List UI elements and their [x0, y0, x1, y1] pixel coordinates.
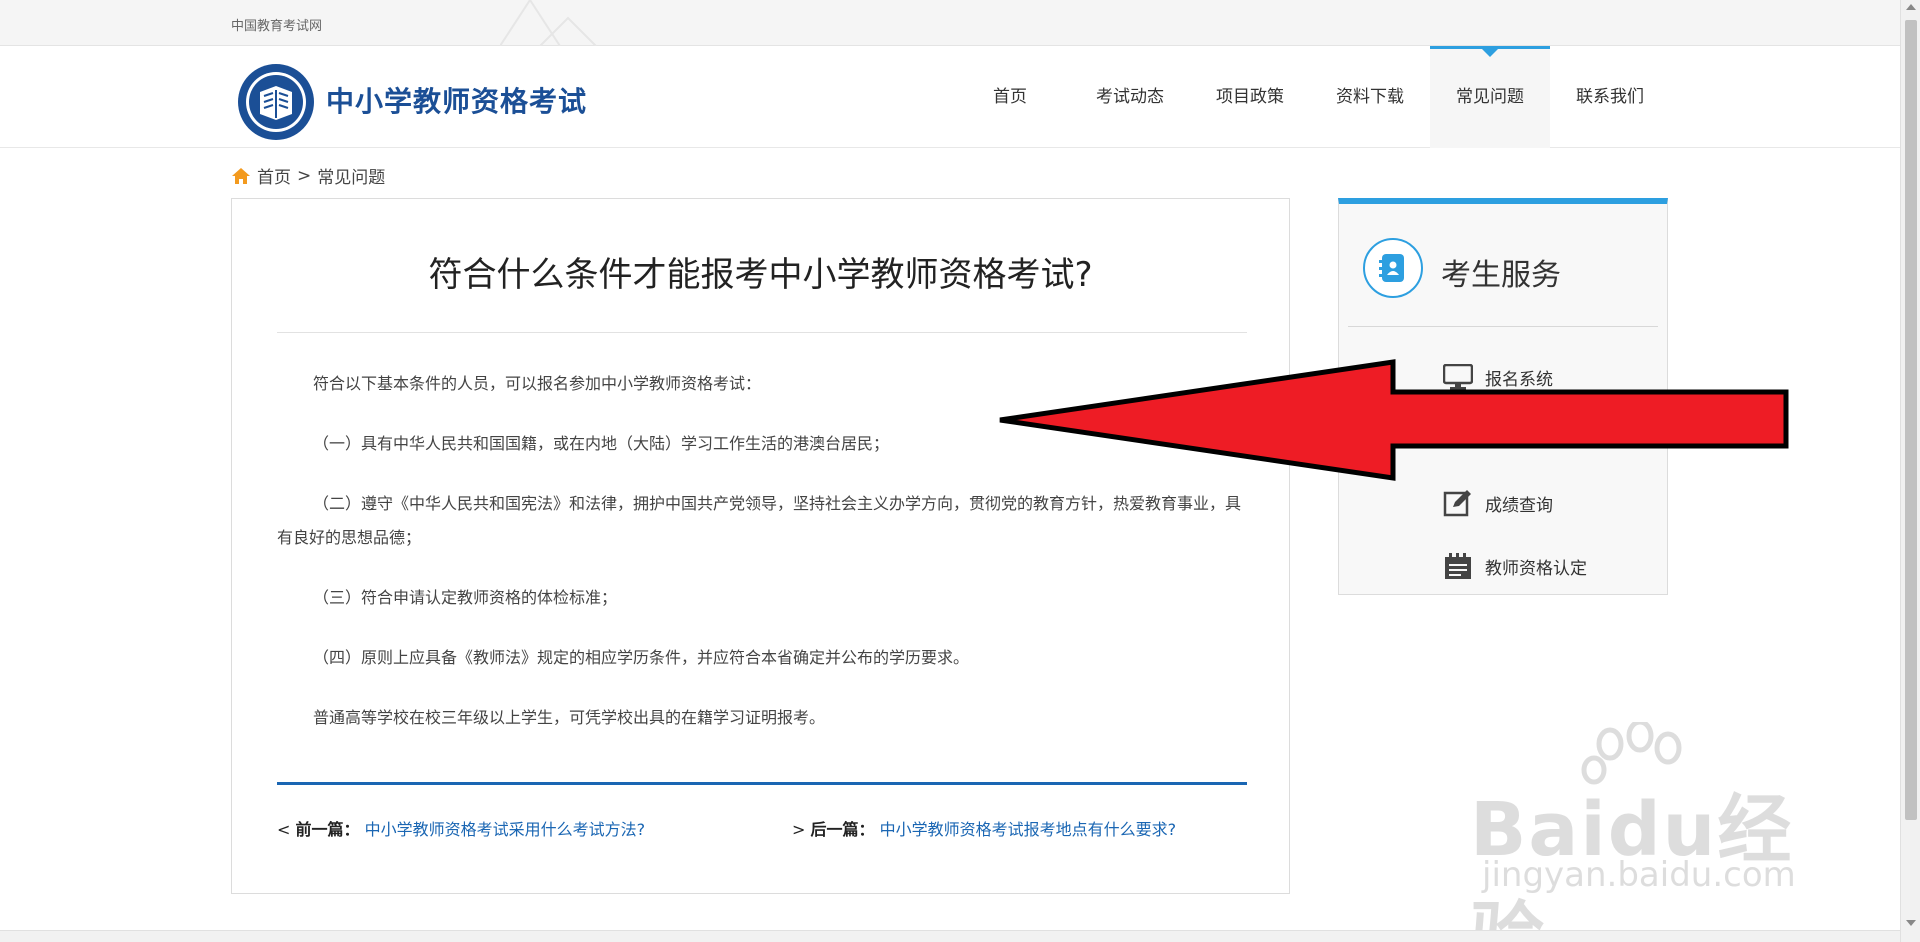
top-bar: 中国教育考试网 — [0, 0, 1900, 46]
article-paragraph: （四）原则上应具备《教师法》规定的相应学历条件，并应符合本省确定并公布的学历要求… — [313, 648, 970, 667]
nav-item-policy[interactable]: 项目政策 — [1190, 46, 1310, 148]
calendar-icon — [1445, 553, 1471, 579]
services-divider — [1348, 326, 1658, 327]
scroll-up-icon[interactable] — [1906, 4, 1916, 10]
breadcrumb-home-link[interactable]: 首页 — [257, 163, 291, 188]
site-title[interactable]: 中小学教师资格考试 — [326, 80, 587, 120]
red-arrow-annotation-icon — [999, 359, 1789, 481]
main-nav: 首页 考试动态 项目政策 资料下载 常见问题 联系我们 — [950, 46, 1670, 148]
article-panel: 符合什么条件才能报考中小学教师资格考试? 符合以下基本条件的人员，可以报名参加中… — [231, 198, 1290, 894]
next-label: 后一篇： — [810, 820, 875, 839]
nav-item-home[interactable]: 首页 — [950, 46, 1070, 148]
footer-divider — [277, 782, 1247, 785]
vertical-scrollbar[interactable] — [1900, 0, 1920, 942]
watermark-url: jingyan.baidu.com — [1482, 855, 1796, 895]
baidu-watermark: Baidu经验 jingyan.baidu.com — [1470, 722, 1830, 942]
nav-item-contact[interactable]: 联系我们 — [1550, 46, 1670, 148]
next-article-link[interactable]: 中小学教师资格考试报考地点有什么要求? — [880, 820, 1177, 839]
scroll-down-icon[interactable] — [1906, 920, 1916, 926]
breadcrumb-separator: > — [297, 165, 312, 186]
address-book-icon — [1363, 238, 1423, 298]
article-paragraph: 普通高等学校在校三年级以上学生，可凭学校出具的在籍学习证明报考。 — [313, 708, 826, 727]
article-title: 符合什么条件才能报考中小学教师资格考试? — [428, 255, 1093, 295]
decorative-mountain-icon — [500, 0, 597, 46]
home-icon — [232, 167, 250, 184]
article-paragraph: （三）符合申请认定教师资格的体检标准； — [313, 588, 618, 607]
prev-article-link[interactable]: 中小学教师资格考试采用什么考试方法? — [365, 820, 646, 839]
exam-logo-icon[interactable] — [236, 62, 316, 142]
service-label: 教师资格认定 — [1485, 558, 1587, 579]
site-header: 中小学教师资格考试 首页 考试动态 项目政策 资料下载 常见问题 联系我们 — [0, 46, 1900, 148]
scrollbar-thumb[interactable] — [1905, 20, 1917, 820]
next-article: > 后一篇： 中小学教师资格考试报考地点有什么要求? — [792, 816, 1176, 840]
prev-label: 前一篇： — [295, 820, 360, 839]
prev-arrow: < — [277, 820, 291, 839]
next-arrow: > — [792, 820, 806, 839]
breadcrumb: 首页 > 常见问题 — [231, 163, 385, 188]
site-name[interactable]: 中国教育考试网 — [231, 15, 322, 34]
edit-icon — [1443, 490, 1471, 517]
services-header: 考生服务 — [1339, 204, 1667, 330]
services-title: 考生服务 — [1441, 258, 1561, 293]
service-label: 成绩查询 — [1485, 495, 1553, 516]
prev-article: < 前一篇： 中小学教师资格考试采用什么考试方法? — [277, 816, 645, 840]
nav-item-exam-news[interactable]: 考试动态 — [1070, 46, 1190, 148]
nav-item-downloads[interactable]: 资料下载 — [1310, 46, 1430, 148]
horizontal-scrollbar[interactable] — [0, 930, 1900, 942]
breadcrumb-current: 常见问题 — [317, 168, 386, 188]
service-teacher-certification[interactable]: 教师资格认定 — [1443, 552, 1587, 580]
service-score-query[interactable]: 成绩查询 — [1443, 489, 1553, 517]
title-divider — [277, 332, 1247, 333]
article-paragraph: （二）遵守《中华人民共和国宪法》和法律，拥护中国共产党领导，坚持社会主义办学方向… — [277, 494, 1242, 547]
nav-item-faq[interactable]: 常见问题 — [1430, 46, 1550, 148]
